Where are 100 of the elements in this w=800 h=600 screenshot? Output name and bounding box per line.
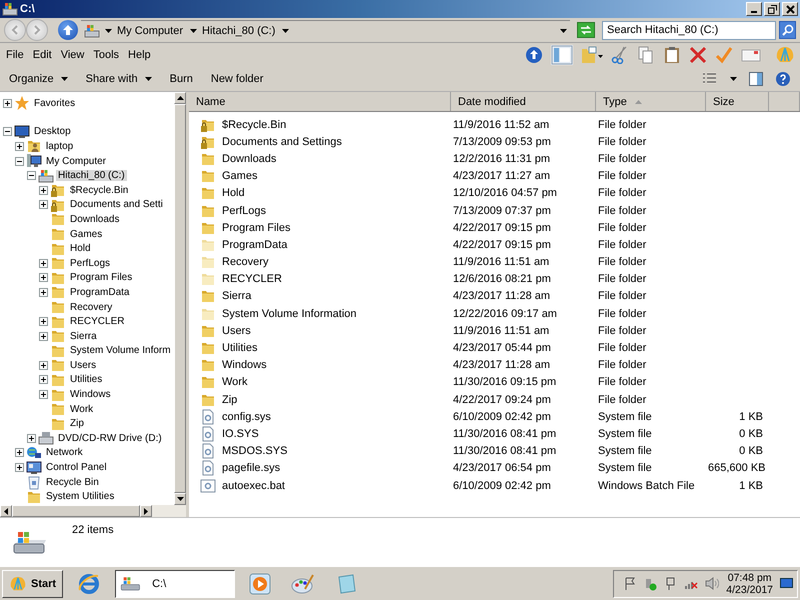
dropdown-arrow-icon[interactable] [282, 28, 290, 32]
file-name[interactable]: Program Files [222, 222, 290, 234]
tree-toggle-icon[interactable] [39, 200, 48, 210]
file-name[interactable]: pagefile.sys [222, 462, 280, 474]
file-name[interactable]: Work [222, 376, 248, 388]
menu-item[interactable]: Help [127, 49, 157, 61]
file-name[interactable]: config.sys [222, 410, 271, 423]
show-desktop-icon[interactable] [780, 578, 793, 589]
volume-icon[interactable] [705, 577, 720, 590]
dropdown-arrow-icon[interactable] [560, 28, 567, 32]
tree-item[interactable]: Favorites [32, 98, 78, 109]
tree-item[interactable]: Recovery [68, 302, 114, 313]
tree-item[interactable]: My Computer [44, 156, 108, 167]
file-name[interactable]: ProgramData [222, 238, 288, 251]
tree-item[interactable]: Documents and Setti [68, 199, 165, 210]
copy-icon[interactable] [637, 46, 655, 64]
file-name[interactable]: Downloads [222, 152, 276, 165]
file-name[interactable]: MSDOS.SYS [222, 445, 288, 458]
restore-button[interactable] [764, 2, 780, 16]
tree-item[interactable]: $Recycle.Bin [68, 184, 130, 196]
file-name[interactable]: PerfLogs [222, 204, 266, 217]
scroll-down-icon[interactable] [176, 497, 184, 501]
tree-item[interactable]: Hold [68, 243, 93, 254]
tree-toggle-icon[interactable] [15, 463, 24, 472]
tree-item[interactable]: Work [68, 404, 96, 415]
dropdown-arrow-icon[interactable] [105, 28, 112, 32]
search-button[interactable] [779, 21, 796, 39]
scrollbar[interactable] [174, 92, 186, 505]
tree-item[interactable]: System Volume Inform [68, 345, 173, 356]
media-player-icon[interactable] [249, 572, 272, 594]
menu-item[interactable]: Edit [32, 49, 58, 61]
menu-item[interactable]: Tools [92, 49, 126, 61]
tree-item[interactable]: Program Files [68, 272, 134, 284]
file-name[interactable]: $Recycle.Bin [222, 118, 286, 131]
file-name[interactable]: System Volume Information [222, 308, 357, 320]
file-name[interactable]: Sierra [222, 290, 252, 302]
tree-toggle-icon[interactable] [27, 171, 36, 180]
up-button[interactable] [58, 20, 78, 40]
file-name[interactable]: Users [222, 324, 251, 337]
clipboard-icon[interactable] [663, 46, 681, 64]
tree-toggle-icon[interactable] [15, 142, 24, 151]
file-name[interactable]: Documents and Settings [222, 136, 342, 148]
breadcrumb[interactable]: Hitachi_80 (C:) [202, 24, 276, 36]
refresh-button[interactable] [577, 22, 595, 38]
tree-item[interactable]: Utilities [68, 374, 104, 386]
breadcrumb[interactable]: My Computer [117, 24, 184, 36]
menu-item[interactable]: View [60, 49, 90, 61]
column-header[interactable]: Name [189, 92, 451, 111]
tree-item[interactable]: ProgramData [68, 286, 132, 298]
dropdown-arrow-icon[interactable] [730, 77, 737, 81]
tree-item[interactable]: Desktop [32, 126, 73, 138]
tree-toggle-icon[interactable] [39, 332, 48, 341]
tree-toggle-icon[interactable] [39, 317, 48, 326]
tree-item[interactable]: Games [68, 228, 104, 240]
tree-item[interactable]: Windows [68, 389, 113, 400]
minimize-button[interactable] [746, 2, 762, 16]
tree-item[interactable]: Users [68, 360, 98, 371]
file-name[interactable]: Hold [222, 187, 245, 200]
folder-options-icon[interactable] [581, 46, 603, 64]
tree-item[interactable]: Zip [68, 418, 86, 430]
tree-toggle-icon[interactable] [15, 156, 24, 166]
file-name[interactable]: Utilities [222, 342, 258, 354]
file-name[interactable]: Games [222, 170, 258, 182]
help-icon[interactable] [775, 71, 791, 87]
tree-toggle-icon[interactable] [15, 448, 24, 458]
file-name[interactable]: Zip [222, 394, 238, 406]
start-button[interactable]: Start [2, 570, 64, 598]
toolbar-button[interactable]: New folder [210, 73, 264, 85]
tree-toggle-icon[interactable] [27, 434, 36, 443]
tree-toggle-icon[interactable] [3, 98, 12, 108]
tree-toggle-icon[interactable] [39, 375, 48, 384]
tree-item[interactable]: PerfLogs [68, 258, 112, 269]
toolbar-button[interactable]: Share with [86, 73, 152, 85]
dropdown-arrow-icon[interactable] [190, 28, 198, 32]
file-name[interactable]: RECYCLER [222, 273, 282, 286]
tree-item[interactable]: System Utilities [44, 491, 116, 502]
tree-toggle-icon[interactable] [39, 390, 48, 400]
menu-item[interactable]: File [5, 49, 30, 61]
clock-date[interactable]: 4/23/2017 [726, 584, 773, 596]
search-field[interactable]: Search Hitachi_80 (C:) [602, 20, 776, 40]
tree-item[interactable]: Recycle Bin [44, 476, 101, 488]
close-button[interactable] [782, 2, 798, 16]
scroll-up-icon[interactable] [176, 96, 184, 100]
tree-item[interactable]: DVD/CD-RW Drive (D:) [56, 432, 164, 444]
browser-icon[interactable] [77, 572, 102, 596]
column-header[interactable]: Size [706, 92, 769, 111]
tree-toggle-icon[interactable] [39, 360, 48, 370]
preview-pane-icon[interactable] [551, 45, 573, 65]
tree-item[interactable]: Network [44, 447, 85, 458]
clock-time[interactable]: 07:48 pm [728, 572, 772, 584]
address-field[interactable]: My Computer Hitachi_80 (C:) [81, 20, 570, 40]
paint-palette-icon[interactable] [291, 572, 316, 594]
file-name[interactable]: autoexec.bat [222, 480, 285, 492]
scrollbar[interactable] [0, 505, 186, 517]
preview-pane-icon[interactable] [749, 72, 763, 86]
checkmark-icon[interactable] [715, 46, 733, 64]
tree-toggle-icon[interactable] [39, 273, 48, 282]
tree-item[interactable]: Sierra [68, 330, 99, 342]
delete-icon[interactable] [689, 46, 707, 64]
scroll-left-icon[interactable] [4, 508, 8, 514]
